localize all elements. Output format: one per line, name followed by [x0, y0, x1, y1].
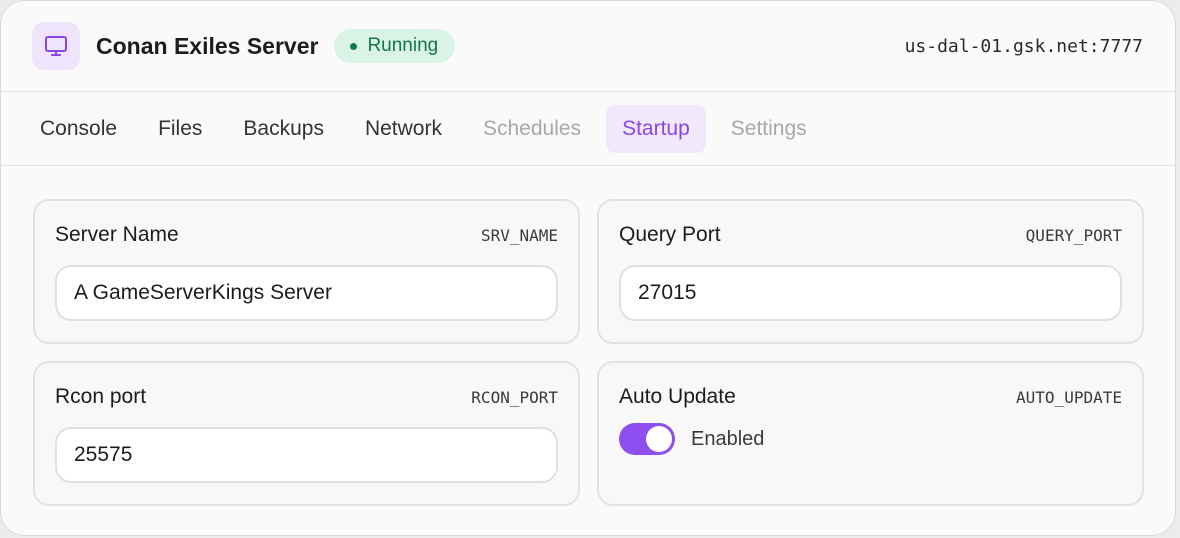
variable-label: Auto Update	[619, 385, 736, 408]
toggle-knob	[646, 426, 672, 452]
variable-rcon-port: Rcon port RCON_PORT 25575	[33, 361, 580, 506]
auto-update-row: Enabled	[619, 423, 1122, 455]
tab-network[interactable]: Network	[349, 105, 458, 153]
variable-label: Server Name	[55, 223, 179, 246]
variable-auto-update: Auto Update AUTO_UPDATE Enabled	[597, 361, 1144, 506]
page-title: Conan Exiles Server	[96, 32, 319, 59]
tab-startup[interactable]: Startup	[606, 104, 706, 153]
tab-console[interactable]: Console	[24, 105, 133, 153]
rcon-port-input[interactable]: 25575	[55, 427, 558, 483]
tab-settings[interactable]: Settings	[715, 105, 823, 153]
variable-query-port: Query Port QUERY_PORT 27015	[597, 199, 1144, 344]
server-name-input[interactable]: A GameServerKings Server	[55, 265, 558, 321]
variable-key: RCON_PORT	[471, 388, 558, 407]
variable-label: Query Port	[619, 223, 721, 246]
variable-server-name: Server Name SRV_NAME A GameServerKings S…	[33, 199, 580, 344]
server-startup-card: Conan Exiles Server Running us-dal-01.gs…	[0, 0, 1176, 536]
query-port-input[interactable]: 27015	[619, 265, 1122, 321]
tab-bar: Console Files Backups Network Schedules …	[1, 92, 1175, 166]
status-dot-icon	[350, 42, 358, 50]
auto-update-toggle[interactable]	[619, 423, 675, 455]
tab-schedules[interactable]: Schedules	[467, 105, 597, 153]
toggle-label: Enabled	[691, 427, 765, 450]
tab-backups[interactable]: Backups	[227, 105, 340, 153]
status-badge: Running	[334, 29, 456, 63]
server-header: Conan Exiles Server Running us-dal-01.gs…	[1, 1, 1175, 92]
variable-key: SRV_NAME	[480, 226, 558, 245]
variable-label: Rcon port	[55, 385, 147, 408]
variable-key: QUERY_PORT	[1025, 226, 1122, 245]
variable-key: AUTO_UPDATE	[1016, 388, 1122, 407]
server-address: us-dal-01.gsk.net:7777	[904, 35, 1143, 57]
tab-files[interactable]: Files	[142, 105, 218, 153]
status-text: Running	[367, 35, 439, 56]
startup-variables: Server Name SRV_NAME A GameServerKings S…	[33, 199, 1144, 506]
monitor-icon	[32, 22, 80, 70]
